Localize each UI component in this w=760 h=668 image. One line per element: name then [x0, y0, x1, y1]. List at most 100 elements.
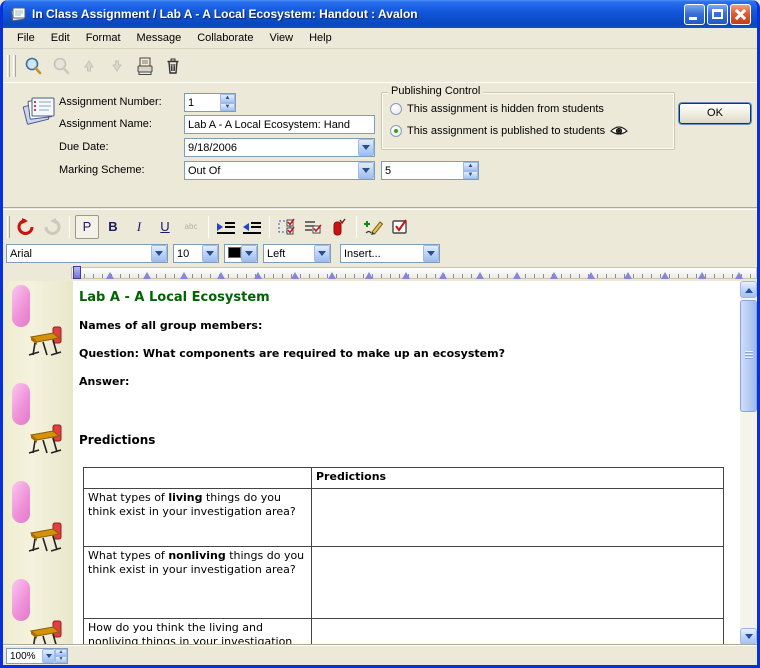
plain-text-button[interactable]: abc	[179, 215, 203, 239]
toolbar-grip[interactable]	[7, 55, 10, 77]
chevron-down-icon[interactable]	[358, 162, 374, 179]
stepper-down-icon[interactable]: ▼	[220, 103, 235, 112]
tab-stop-marker[interactable]	[402, 268, 410, 279]
tab-stop-marker[interactable]	[587, 268, 595, 279]
tab-stop-marker[interactable]	[624, 268, 632, 279]
italic-button[interactable]: I	[127, 215, 151, 239]
search-edit-button[interactable]	[48, 53, 74, 79]
toolbar-grip[interactable]	[7, 216, 10, 238]
tab-stop-marker[interactable]	[513, 268, 521, 279]
document-heading[interactable]: Lab A - A Local Ecosystem	[79, 290, 270, 305]
tab-stop-marker[interactable]	[550, 268, 558, 279]
predictions-heading[interactable]: Predictions	[79, 433, 155, 447]
scrollbar-thumb[interactable]	[740, 300, 757, 412]
font-color-select[interactable]	[224, 244, 258, 263]
marking-scheme-select[interactable]: Out Of	[184, 161, 375, 180]
tab-stop-marker[interactable]	[143, 268, 151, 279]
tab-stop-marker[interactable]	[698, 268, 706, 279]
menu-edit[interactable]: Edit	[43, 30, 78, 46]
menu-message[interactable]: Message	[129, 30, 190, 46]
close-button[interactable]	[730, 4, 751, 25]
tab-stop-marker[interactable]	[365, 268, 373, 279]
approve-button[interactable]	[388, 215, 412, 239]
insert-checklist-button[interactable]	[301, 215, 325, 239]
header-cell-predictions[interactable]: Predictions	[312, 468, 724, 489]
question-line[interactable]: Question: What components are required t…	[79, 347, 505, 360]
font-family-select[interactable]: Arial	[6, 244, 168, 263]
names-line[interactable]: Names of all group members:	[79, 319, 262, 332]
search-button[interactable]	[20, 53, 46, 79]
tab-stop-marker[interactable]	[291, 268, 299, 279]
header-cell-empty[interactable]	[84, 468, 312, 489]
tab-stop-marker[interactable]	[439, 268, 447, 279]
tab-stop-marker[interactable]	[106, 268, 114, 279]
zoom-control[interactable]: 100% ▲▼	[6, 648, 68, 664]
menu-help[interactable]: Help	[301, 30, 340, 46]
assignment-number-stepper[interactable]: 1 ▲▼	[184, 93, 236, 112]
assignment-name-field[interactable]: Lab A - A Local Ecosystem: Hand	[184, 115, 375, 134]
stepper-up-icon[interactable]: ▲	[463, 162, 478, 171]
undo-button[interactable]	[14, 215, 38, 239]
delete-button[interactable]	[160, 53, 186, 79]
insert-signature-button[interactable]	[362, 215, 386, 239]
zoom-up-icon[interactable]: ▲	[55, 649, 67, 656]
insert-button-control-button[interactable]	[327, 215, 351, 239]
menu-collaborate[interactable]: Collaborate	[189, 30, 261, 46]
chevron-down-icon[interactable]	[423, 245, 439, 262]
marking-out-of-stepper[interactable]: 5 ▲▼	[381, 161, 479, 180]
insert-checkbox-group-button[interactable]	[275, 215, 299, 239]
tab-stop-marker[interactable]	[476, 268, 484, 279]
answer-line[interactable]: Answer:	[79, 375, 129, 388]
menu-file[interactable]: File	[9, 30, 43, 46]
stepper-up-icon[interactable]: ▲	[220, 94, 235, 103]
due-date-select[interactable]: 9/18/2006	[184, 138, 375, 157]
print-button[interactable]	[132, 53, 158, 79]
chevron-down-icon[interactable]	[314, 245, 330, 262]
tab-stop-marker[interactable]	[661, 268, 669, 279]
move-down-button[interactable]	[104, 53, 130, 79]
zoom-down-icon[interactable]: ▼	[55, 656, 67, 663]
title-bar[interactable]: In Class Assignment / Lab A - A Local Ec…	[3, 0, 757, 28]
scroll-up-button[interactable]	[740, 281, 757, 298]
question-cell[interactable]: What types of nonliving things do you th…	[84, 547, 312, 619]
radio-hidden-option[interactable]: This assignment is hidden from students	[390, 103, 604, 115]
paragraph-style-button[interactable]: P	[75, 215, 99, 239]
chevron-down-icon[interactable]	[42, 649, 55, 663]
ok-button[interactable]: OK	[679, 103, 751, 124]
alignment-select[interactable]: Left	[263, 244, 331, 263]
minimize-button[interactable]	[684, 4, 705, 25]
tab-stop-marker[interactable]	[735, 268, 743, 279]
document-body[interactable]: Lab A - A Local Ecosystem Names of all g…	[73, 281, 740, 645]
vertical-scrollbar[interactable]	[740, 281, 757, 645]
radio-selected-icon[interactable]	[390, 125, 402, 137]
tab-stop-marker[interactable]	[328, 268, 336, 279]
question-cell[interactable]: How do you think the living and nonlivin…	[84, 619, 312, 646]
chevron-down-icon[interactable]	[241, 245, 257, 262]
tab-stop-marker[interactable]	[217, 268, 225, 279]
menu-view[interactable]: View	[261, 30, 301, 46]
maximize-button[interactable]	[707, 4, 728, 25]
chevron-down-icon[interactable]	[358, 139, 374, 156]
tab-stop-marker[interactable]	[180, 268, 188, 279]
indent-decrease-button[interactable]	[240, 215, 264, 239]
move-up-button[interactable]	[76, 53, 102, 79]
font-size-select[interactable]: 10	[173, 244, 219, 263]
question-cell[interactable]: What types of living things do you think…	[84, 489, 312, 547]
radio-published-option[interactable]: This assignment is published to students	[390, 125, 628, 137]
tab-stop-marker[interactable]	[254, 268, 262, 279]
stepper-down-icon[interactable]: ▼	[463, 171, 478, 180]
menu-format[interactable]: Format	[78, 30, 129, 46]
underline-button[interactable]: U	[153, 215, 177, 239]
chevron-down-icon[interactable]	[202, 245, 218, 262]
indent-increase-button[interactable]	[214, 215, 238, 239]
answer-cell[interactable]	[312, 489, 724, 547]
bold-button[interactable]: B	[101, 215, 125, 239]
indent-marker[interactable]	[73, 266, 81, 279]
radio-unselected-icon[interactable]	[390, 103, 402, 115]
scroll-down-button[interactable]	[740, 628, 757, 645]
answer-cell[interactable]	[312, 547, 724, 619]
insert-select[interactable]: Insert...	[340, 244, 440, 263]
redo-button[interactable]	[40, 215, 64, 239]
answer-cell[interactable]	[312, 619, 724, 646]
chevron-down-icon[interactable]	[151, 245, 167, 262]
